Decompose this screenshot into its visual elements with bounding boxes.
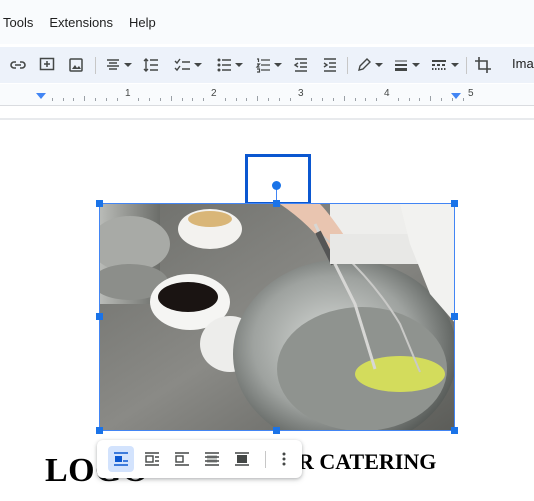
ruler-tick	[203, 98, 205, 101]
menu-bar: Tools Extensions Help	[0, 0, 534, 44]
menu-extensions[interactable]: Extensions	[49, 15, 113, 30]
resize-handle-bottom[interactable]	[273, 427, 280, 434]
ruler-tick	[268, 98, 270, 101]
ruler-tick	[138, 98, 140, 101]
break-text-icon[interactable]	[169, 446, 195, 472]
resize-handle-bottom-left[interactable]	[96, 427, 103, 434]
add-comment-icon[interactable]	[37, 47, 57, 83]
link-icon[interactable]	[8, 47, 28, 83]
ruler-tick	[354, 98, 356, 101]
ruler-tick	[73, 98, 75, 101]
numbered-list-icon[interactable]	[252, 47, 284, 83]
menu-tools[interactable]: Tools	[3, 15, 33, 30]
ruler-label-3: 3	[298, 88, 304, 99]
ruler-tick	[62, 98, 64, 101]
line-spacing-icon[interactable]	[141, 47, 161, 83]
ruler-label-5: 5	[468, 88, 474, 99]
ruler-tick	[246, 98, 248, 101]
align-icon[interactable]	[103, 47, 133, 83]
wrap-inline-icon[interactable]	[108, 446, 134, 472]
ruler-tick	[105, 98, 107, 101]
ruler-tick	[224, 98, 226, 101]
resize-handle-top[interactable]	[273, 200, 280, 207]
ruler-label-1: 1	[125, 88, 131, 99]
ruler-tick	[322, 98, 324, 101]
image-options-button[interactable]: Ima	[512, 56, 534, 71]
checklist-icon[interactable]	[170, 47, 204, 83]
ruler-label-2: 2	[211, 88, 217, 99]
ruler-tick	[170, 96, 172, 101]
insert-image-icon[interactable]	[66, 47, 86, 83]
ruler-tick	[365, 98, 367, 101]
ruler-tick	[311, 98, 313, 101]
ruler-tick	[95, 98, 97, 101]
toolbar-divider	[466, 57, 467, 74]
in-front-of-text-icon[interactable]	[229, 446, 255, 472]
border-dash-icon[interactable]	[428, 47, 460, 83]
ruler-tick	[376, 98, 378, 101]
ruler[interactable]: 1 2 3 4 5	[0, 84, 534, 106]
rotate-highlight-box	[245, 154, 311, 205]
ruler-tick	[419, 98, 421, 101]
ruler-tick	[257, 96, 259, 101]
bulleted-list-icon[interactable]	[213, 47, 245, 83]
ruler-tick	[84, 96, 86, 101]
image-options-toolbar	[97, 440, 302, 478]
ruler-tick	[408, 98, 410, 101]
ruler-tick	[181, 98, 183, 101]
ruler-tick	[289, 98, 291, 101]
ruler-tick	[451, 98, 453, 101]
ruler-tick	[462, 98, 464, 101]
border-weight-icon[interactable]	[391, 47, 421, 83]
resize-handle-top-right[interactable]	[451, 200, 458, 207]
behind-text-icon[interactable]	[199, 446, 225, 472]
resize-handle-left[interactable]	[96, 313, 103, 320]
menu-help[interactable]: Help	[129, 15, 156, 30]
ruler-tick	[397, 98, 399, 101]
kitchen-photo	[100, 204, 454, 430]
ruler-tick	[430, 96, 432, 101]
ruler-tick	[149, 98, 151, 101]
left-indent-marker[interactable]	[36, 93, 46, 99]
ruler-tick	[51, 98, 53, 101]
ruler-label-4: 4	[384, 88, 390, 99]
increase-indent-icon[interactable]	[320, 47, 340, 83]
ruler-tick	[192, 98, 194, 101]
ruler-tick	[116, 98, 118, 101]
border-color-icon[interactable]	[354, 47, 384, 83]
page-break-line	[0, 118, 534, 120]
ruler-tick	[343, 96, 345, 101]
resize-handle-bottom-right[interactable]	[451, 427, 458, 434]
selected-image[interactable]	[99, 203, 455, 431]
ruler-tick	[278, 98, 280, 101]
ruler-tick	[332, 98, 334, 101]
toolbar-divider	[347, 57, 348, 74]
resize-handle-right[interactable]	[451, 313, 458, 320]
decrease-indent-icon[interactable]	[291, 47, 311, 83]
ruler-tick	[441, 98, 443, 101]
rotate-handle[interactable]	[272, 181, 281, 190]
resize-handle-top-left[interactable]	[96, 200, 103, 207]
more-options-icon[interactable]	[271, 446, 297, 472]
toolbar-divider	[95, 57, 96, 74]
document-heading: R CATERING	[298, 449, 437, 474]
crop-icon[interactable]	[473, 47, 493, 83]
document-subtitle-cropped	[45, 496, 160, 501]
toolbar	[0, 47, 534, 83]
wrap-text-icon[interactable]	[139, 446, 165, 472]
ruler-tick	[159, 98, 161, 101]
ruler-tick	[235, 98, 237, 101]
image-toolbar-divider	[265, 451, 266, 468]
